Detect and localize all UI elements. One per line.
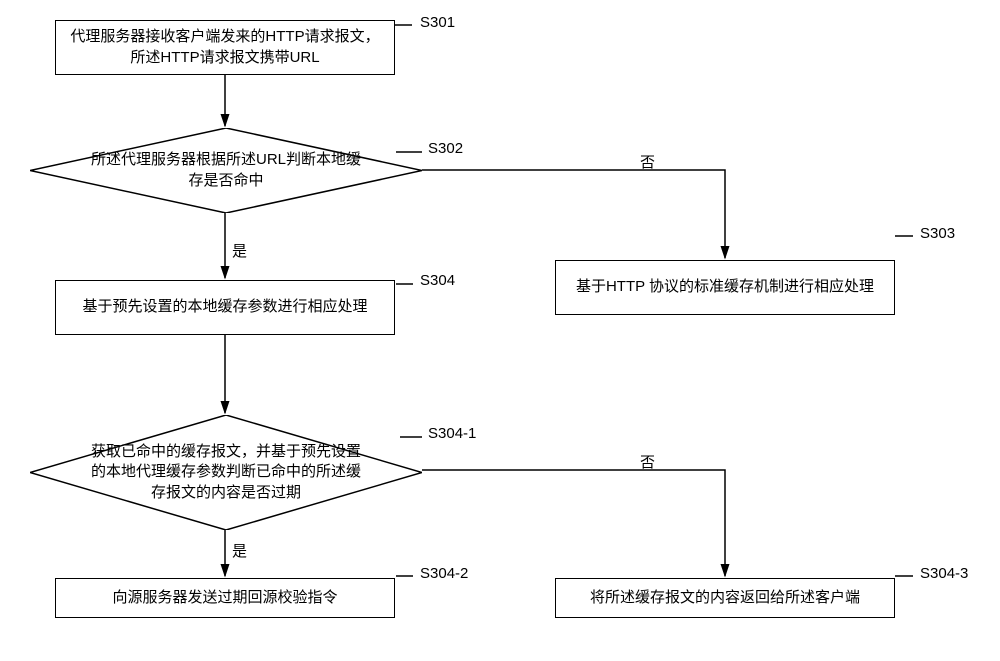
step-s303-box: 基于HTTP 协议的标准缓存机制进行相应处理 bbox=[555, 260, 895, 315]
step-s304-1-id: S304-1 bbox=[428, 425, 476, 442]
step-s304-2-id: S304-2 bbox=[420, 565, 468, 582]
step-s304-text: 基于预先设置的本地缓存参数进行相应处理 bbox=[82, 297, 367, 317]
step-s304-2-text: 向源服务器发送过期回源校验指令 bbox=[112, 588, 337, 608]
step-s302-diamond: 所述代理服务器根据所述URL判断本地缓存是否命中 bbox=[30, 128, 422, 213]
step-s301-box: 代理服务器接收客户端发来的HTTP请求报文，所述HTTP请求报文携带URL bbox=[55, 20, 395, 75]
step-s304-box: 基于预先设置的本地缓存参数进行相应处理 bbox=[55, 280, 395, 335]
step-s303-id: S303 bbox=[920, 225, 955, 242]
step-s304-3-box: 将所述缓存报文的内容返回给所述客户端 bbox=[555, 578, 895, 618]
step-s304-1-text: 获取已命中的缓存报文，并基于预先设置的本地代理缓存参数判断已命中的所述缓存报文的… bbox=[85, 442, 367, 503]
step-s302-text: 所述代理服务器根据所述URL判断本地缓存是否命中 bbox=[90, 150, 362, 191]
s302-yes-label: 是 bbox=[232, 240, 247, 261]
s304-1-yes-label: 是 bbox=[232, 540, 247, 561]
step-s304-3-text: 将所述缓存报文的内容返回给所述客户端 bbox=[590, 588, 860, 608]
step-s304-2-box: 向源服务器发送过期回源校验指令 bbox=[55, 578, 395, 618]
step-s302-id: S302 bbox=[428, 140, 463, 157]
step-s304-3-id: S304-3 bbox=[920, 565, 968, 582]
s302-no-label: 否 bbox=[640, 151, 655, 172]
s304-1-no-label: 否 bbox=[640, 451, 655, 472]
step-s301-text: 代理服务器接收客户端发来的HTTP请求报文，所述HTTP请求报文携带URL bbox=[64, 27, 386, 68]
step-s304-id: S304 bbox=[420, 272, 455, 289]
step-s304-1-diamond: 获取已命中的缓存报文，并基于预先设置的本地代理缓存参数判断已命中的所述缓存报文的… bbox=[30, 415, 422, 530]
step-s301-id: S301 bbox=[420, 14, 455, 31]
step-s303-text: 基于HTTP 协议的标准缓存机制进行相应处理 bbox=[576, 277, 874, 297]
flowchart-canvas: 代理服务器接收客户端发来的HTTP请求报文，所述HTTP请求报文携带URL S3… bbox=[0, 0, 1000, 661]
